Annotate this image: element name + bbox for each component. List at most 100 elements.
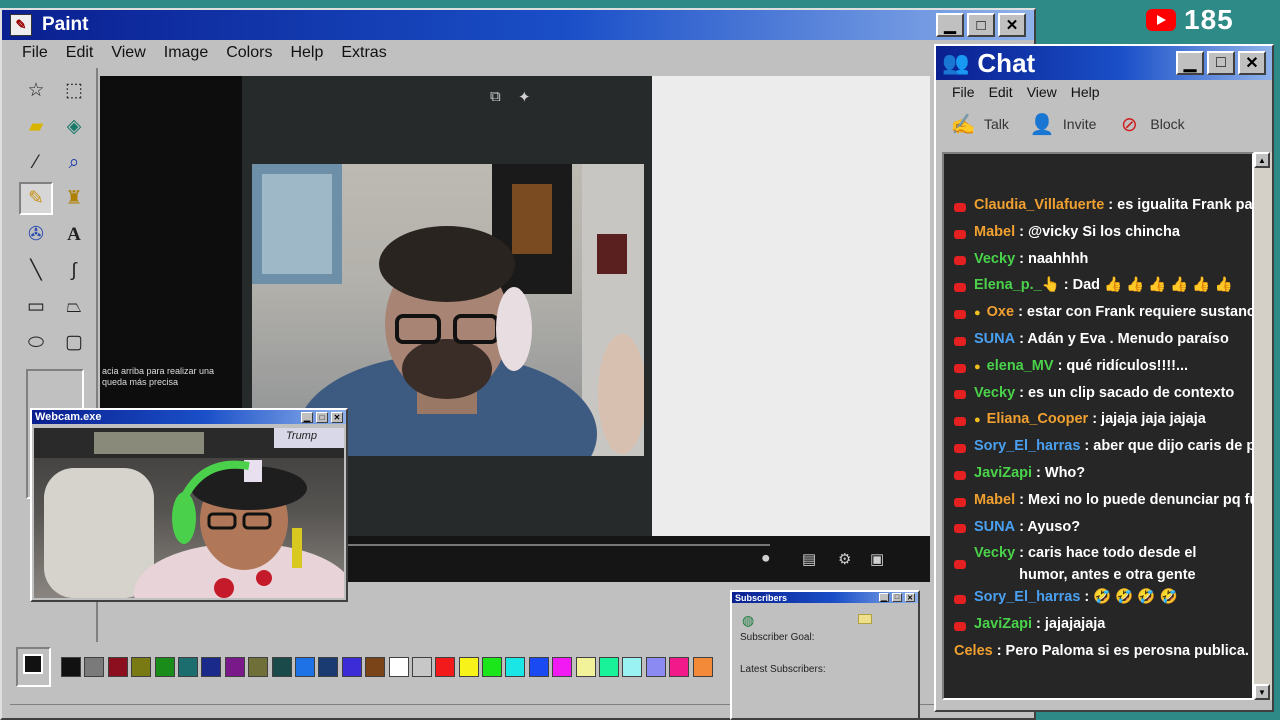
subtitles-icon[interactable]: ▤ [802,550,816,568]
palette-swatch[interactable] [131,657,152,677]
menu-colors[interactable]: Colors [226,44,272,64]
fill-icon[interactable]: ◈ [57,110,91,143]
rect-select-icon[interactable]: ⬚ [57,74,91,107]
menu-edit[interactable]: Edit [66,44,94,64]
chat-username[interactable]: Sory_El_harras [974,586,1080,608]
talk-button[interactable]: ✍ Talk [948,110,1009,138]
chat-username[interactable]: Vecky [974,382,1015,404]
fullscreen-icon[interactable]: ▣ [870,550,884,568]
webcam-minimize-button[interactable]: ▁ [301,411,313,423]
ellipse-icon[interactable]: ⬭ [19,326,53,359]
maximize-button[interactable]: □ [967,13,995,37]
palette-swatch[interactable] [318,657,339,677]
block-button[interactable]: ⊘ Block [1114,110,1185,138]
menu-file[interactable]: File [22,44,48,64]
palette-swatch[interactable] [435,657,456,677]
chat-scrollbar[interactable]: ▲ ▼ [1254,152,1272,700]
webcam-maximize-button[interactable]: □ [316,411,328,423]
curve-icon[interactable]: ∫ [57,254,91,287]
menu-image[interactable]: Image [164,44,208,64]
palette-swatch[interactable] [622,657,643,677]
current-colors[interactable] [16,647,52,687]
chat-username[interactable]: Vecky [974,248,1015,270]
paint-titlebar[interactable]: ✎ Paint ▁ □ ✕ [2,10,1034,40]
palette-swatch[interactable] [388,657,409,677]
chat-minimize-button[interactable]: ▁ [1176,51,1204,75]
chat-username[interactable]: Mabel [974,489,1015,511]
chat-log[interactable]: Claudia_Villafuerte: es igualita Frank p… [942,152,1254,700]
rounded-rect-icon[interactable]: ▢ [57,326,91,359]
palette-swatch[interactable] [84,657,105,677]
palette-swatch[interactable] [341,657,362,677]
chat-titlebar[interactable]: 👥 Chat ▁ □ ✕ [936,46,1272,80]
webcam-close-button[interactable]: ✕ [331,411,343,423]
chat-username[interactable]: SUNA [974,516,1015,538]
palette-swatch[interactable] [575,657,596,677]
chat-username[interactable]: Vecky [974,542,1015,564]
airbrush-icon[interactable]: ✇ [19,218,53,251]
scroll-down-button[interactable]: ▼ [1254,684,1270,700]
eyedropper-icon[interactable]: ⁄ [19,146,53,179]
palette-swatch[interactable] [224,657,245,677]
chat-username[interactable]: JaviZapi [974,613,1032,635]
palette-swatch[interactable] [505,657,526,677]
palette-swatch[interactable] [248,657,269,677]
chat-username[interactable]: SUNA [974,328,1015,350]
palette-swatch[interactable] [599,657,620,677]
free-select-icon[interactable]: ☆ [19,74,53,107]
palette-swatch[interactable] [201,657,222,677]
subscribers-minimize-button[interactable]: ▁ [879,593,889,602]
palette-swatch[interactable] [458,657,479,677]
palette-swatch[interactable] [271,657,292,677]
palette-swatch[interactable] [178,657,199,677]
rectangle-icon[interactable]: ▭ [19,290,53,323]
text-icon[interactable]: A [57,218,91,251]
settings-gear-icon[interactable]: ⚙ [838,550,851,568]
foreground-color[interactable] [23,654,43,674]
chat-menu-file[interactable]: File [952,84,975,100]
minimize-button[interactable]: ▁ [936,13,964,37]
pencil-icon[interactable]: ✎ [19,182,53,215]
palette-swatch[interactable] [669,657,690,677]
chat-username[interactable]: Sory_El_harras [974,435,1080,457]
palette-swatch[interactable] [552,657,573,677]
menu-view[interactable]: View [111,44,145,64]
polygon-icon[interactable]: ⏢ [57,290,91,323]
palette-swatch[interactable] [528,657,549,677]
palette-swatch[interactable] [61,657,82,677]
line-icon[interactable]: ╲ [19,254,53,287]
close-button[interactable]: ✕ [998,13,1026,37]
subscribers-close-button[interactable]: ✕ [905,593,915,602]
chat-menu-help[interactable]: Help [1071,84,1100,100]
chat-maximize-button[interactable]: □ [1207,51,1235,75]
play-toggle-icon[interactable]: ⏺ [762,550,770,567]
palette-swatch[interactable] [294,657,315,677]
chat-username[interactable]: Mabel [974,221,1015,243]
scroll-up-button[interactable]: ▲ [1254,152,1270,168]
palette-swatch[interactable] [154,657,175,677]
brush-icon[interactable]: ♜ [57,182,91,215]
eraser-icon[interactable]: ▰ [19,110,53,143]
chat-menu-edit[interactable]: Edit [989,84,1013,100]
menu-extras[interactable]: Extras [341,44,386,64]
palette-swatch[interactable] [645,657,666,677]
chat-username[interactable]: Eliana_Cooper [987,408,1089,430]
subscribers-titlebar[interactable]: Subscribers ▁ □ ✕ [732,592,918,603]
chat-username[interactable]: Elena_p._👆 [974,274,1060,296]
palette-swatch[interactable] [107,657,128,677]
palette-swatch[interactable] [692,657,713,677]
webcam-titlebar[interactable]: Webcam.exe ▁ □ ✕ [32,410,346,424]
palette-swatch[interactable] [365,657,386,677]
menu-help[interactable]: Help [290,44,323,64]
chat-username[interactable]: JaviZapi [974,462,1032,484]
chat-close-button[interactable]: ✕ [1238,51,1266,75]
palette-swatch[interactable] [411,657,432,677]
chat-username[interactable]: Claudia_Villafuerte [974,194,1104,216]
palette-swatch[interactable] [482,657,503,677]
chat-username[interactable]: Oxe [987,301,1014,323]
chat-username[interactable]: Celes [954,640,993,662]
magnifier-icon[interactable]: ⌕ [57,146,91,179]
subscribers-maximize-button[interactable]: □ [892,593,902,602]
invite-button[interactable]: 👤 Invite [1027,110,1096,138]
chat-username[interactable]: elena_MV [987,355,1054,377]
